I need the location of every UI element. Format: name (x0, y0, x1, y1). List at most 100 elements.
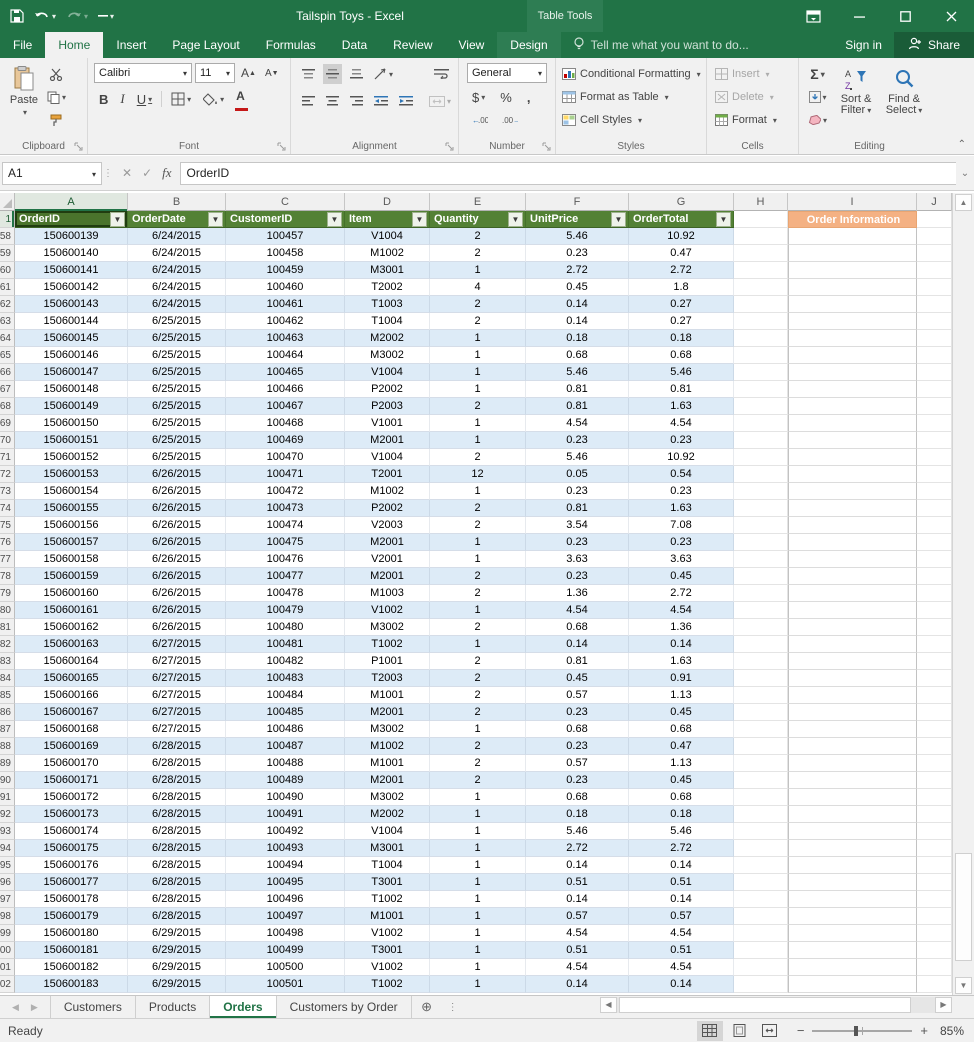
row-header-486[interactable]: 486 (0, 704, 15, 721)
cell[interactable]: 0.14 (526, 891, 629, 908)
cell-J1[interactable] (917, 211, 952, 228)
cell[interactable] (917, 891, 952, 908)
cell[interactable]: T1002 (345, 891, 430, 908)
cell[interactable]: 2 (430, 772, 526, 789)
cell[interactable]: 2.72 (629, 840, 734, 857)
row-header-496[interactable]: 496 (0, 874, 15, 891)
cell[interactable]: 5.46 (629, 364, 734, 381)
middle-align-icon[interactable] (323, 64, 342, 84)
center-icon[interactable] (323, 91, 342, 111)
cell[interactable]: T3001 (345, 874, 430, 891)
cell[interactable]: 0.14 (526, 976, 629, 993)
cell[interactable] (917, 449, 952, 466)
column-header-E[interactable]: E (430, 193, 526, 211)
cell[interactable]: 6/29/2015 (128, 925, 226, 942)
ribbon-display-options-button[interactable] (790, 0, 836, 32)
cell[interactable]: 6/26/2015 (128, 534, 226, 551)
cell[interactable] (917, 976, 952, 993)
cell[interactable]: 100485 (226, 704, 345, 721)
sign-in-button[interactable]: Sign in (833, 32, 894, 58)
filter-button[interactable]: ▼ (110, 211, 125, 227)
cell[interactable]: 100467 (226, 398, 345, 415)
cell[interactable]: 100469 (226, 432, 345, 449)
cell[interactable]: 1.13 (629, 687, 734, 704)
cell[interactable]: M1001 (345, 908, 430, 925)
cell[interactable] (788, 262, 917, 279)
cell[interactable]: 150600139 (15, 228, 128, 245)
cell[interactable]: 0.27 (629, 313, 734, 330)
cell[interactable] (788, 313, 917, 330)
cell[interactable]: 0.23 (526, 534, 629, 551)
cell[interactable]: 5.46 (526, 228, 629, 245)
cell[interactable] (788, 823, 917, 840)
cell-H1[interactable] (734, 211, 788, 228)
find-select-button[interactable]: Find & Select (882, 62, 926, 130)
cell[interactable]: 6/26/2015 (128, 466, 226, 483)
fill-button[interactable] (805, 87, 830, 107)
cell[interactable]: 100463 (226, 330, 345, 347)
row-header-461[interactable]: 461 (0, 279, 15, 296)
column-header-B[interactable]: B (128, 193, 226, 211)
cell[interactable]: 0.14 (629, 976, 734, 993)
cell[interactable]: 6/25/2015 (128, 347, 226, 364)
cell[interactable]: 150600182 (15, 959, 128, 976)
cell[interactable] (788, 670, 917, 687)
row-header-485[interactable]: 485 (0, 687, 15, 704)
font-family-combo[interactable]: Calibri (94, 63, 192, 83)
cell[interactable]: 0.23 (526, 704, 629, 721)
cell[interactable]: 2 (430, 670, 526, 687)
cell[interactable]: 100478 (226, 585, 345, 602)
cell[interactable]: 1 (430, 840, 526, 857)
top-align-icon[interactable] (299, 64, 318, 84)
cell[interactable]: M3002 (345, 619, 430, 636)
name-box-dropdown-icon[interactable] (90, 166, 96, 180)
cell[interactable]: 1 (430, 976, 526, 993)
cell[interactable]: M2001 (345, 432, 430, 449)
cell[interactable] (788, 228, 917, 245)
format-cells-button[interactable]: Format (715, 110, 794, 130)
cell[interactable]: 4.54 (526, 415, 629, 432)
sheet-nav-right-icon[interactable]: ▶ (31, 1002, 38, 1013)
cell[interactable]: 2 (430, 687, 526, 704)
collapse-ribbon-button[interactable]: ⌃ (958, 139, 966, 150)
row-header-488[interactable]: 488 (0, 738, 15, 755)
cell[interactable]: 100459 (226, 262, 345, 279)
cell[interactable]: 150600156 (15, 517, 128, 534)
cell[interactable]: V1004 (345, 823, 430, 840)
cell[interactable]: 2.72 (526, 840, 629, 857)
cell[interactable]: 4.54 (526, 602, 629, 619)
cell[interactable]: P2002 (345, 500, 430, 517)
cell[interactable] (917, 279, 952, 296)
cell[interactable]: T1003 (345, 296, 430, 313)
cell[interactable]: V1004 (345, 449, 430, 466)
cell[interactable]: 100474 (226, 517, 345, 534)
cell[interactable]: 0.18 (526, 806, 629, 823)
cell[interactable]: 4.54 (526, 959, 629, 976)
horizontal-scroll-track[interactable] (617, 996, 935, 1013)
column-header-D[interactable]: D (345, 193, 430, 211)
cell[interactable] (734, 755, 788, 772)
cell[interactable]: 1 (430, 483, 526, 500)
horizontal-scrollbar[interactable]: ◀ ▶ (600, 996, 952, 1013)
cell[interactable]: 1 (430, 857, 526, 874)
cell[interactable]: 1 (430, 636, 526, 653)
cell[interactable]: 0.57 (526, 908, 629, 925)
row-header-476[interactable]: 476 (0, 534, 15, 551)
cell[interactable]: 6/25/2015 (128, 432, 226, 449)
cell[interactable] (734, 636, 788, 653)
cell[interactable]: 150600142 (15, 279, 128, 296)
formula-input[interactable]: OrderID (179, 161, 956, 185)
cell[interactable] (917, 925, 952, 942)
increase-font-size-button[interactable]: A ▲ (238, 63, 259, 83)
cell[interactable]: 1 (430, 925, 526, 942)
row-header-490[interactable]: 490 (0, 772, 15, 789)
cell[interactable]: 150600157 (15, 534, 128, 551)
cell[interactable] (734, 721, 788, 738)
cell[interactable]: M3002 (345, 347, 430, 364)
vertical-scrollbar[interactable]: ▲ ▼ (952, 193, 974, 995)
table-header-cell-Quantity[interactable]: Quantity ▼ (430, 211, 526, 228)
cell[interactable]: T1002 (345, 636, 430, 653)
zoom-slider[interactable] (812, 1025, 913, 1036)
decrease-decimal-button[interactable]: .00 → (499, 109, 521, 129)
cell[interactable]: 150600168 (15, 721, 128, 738)
